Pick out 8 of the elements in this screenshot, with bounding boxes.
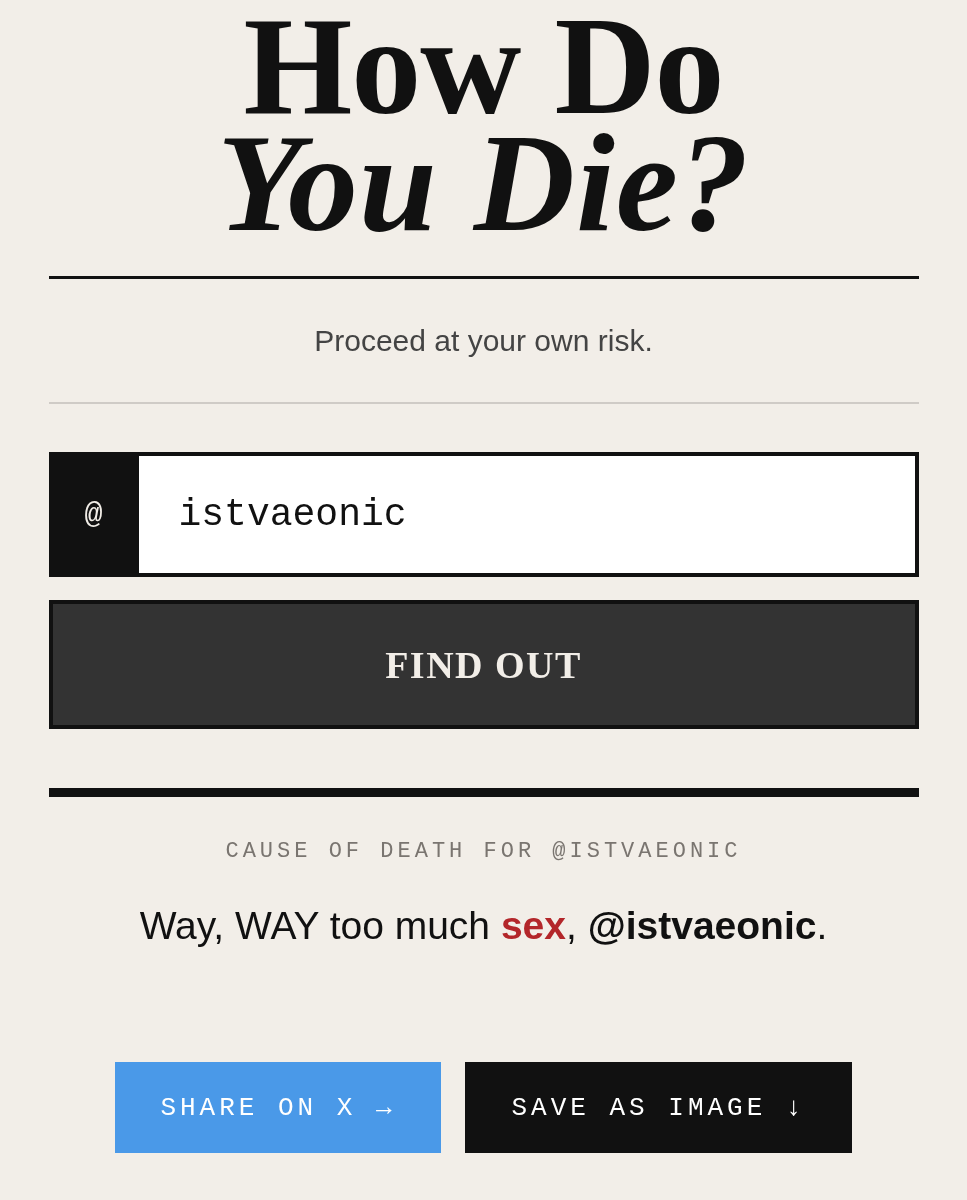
find-out-button[interactable]: FIND OUT xyxy=(48,600,919,729)
page-title: How Do You Die? xyxy=(216,0,751,241)
handle-input[interactable]: istvaeonic xyxy=(138,452,919,577)
tagline-text: Proceed at your own risk. xyxy=(313,324,654,358)
cause-of-death-sentence: Way, WAY too much sex, @istvaeonic. xyxy=(138,903,829,949)
at-prefix-label: @ xyxy=(48,452,139,577)
result-caption: CAUSE OF DEATH FOR @ISTVAEONIC xyxy=(224,839,743,865)
save-as-image-button[interactable]: SAVE AS IMAGE ↓ xyxy=(465,1062,852,1153)
